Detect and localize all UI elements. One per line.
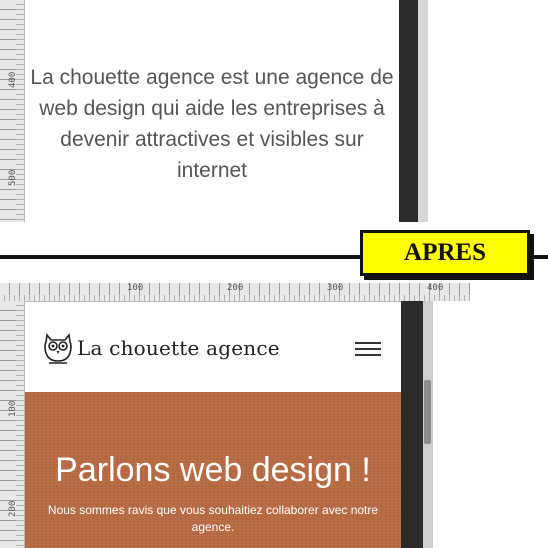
hero-subtitle: Nous sommes ravis que vous souhaitiez co… — [47, 503, 379, 534]
before-panel: 400 500 La chouette agence est une agenc… — [0, 0, 548, 222]
ruler-label: 400 — [8, 71, 18, 88]
ruler-label: 200 — [227, 283, 244, 293]
hamburger-icon[interactable] — [355, 340, 381, 358]
ruler-label: 500 — [8, 169, 18, 186]
intro-text: La chouette agence est une agence de web… — [30, 66, 394, 182]
ruler-label: 300 — [327, 283, 344, 293]
vertical-ruler: 400 500 — [0, 0, 25, 222]
ruler-label: 100 — [8, 400, 18, 417]
device-frame-edge — [399, 0, 418, 222]
ruler-label: 200 — [8, 500, 18, 517]
apres-label: APRES — [360, 230, 530, 276]
site-header: La chouette agence — [25, 302, 401, 392]
scrollbar-track[interactable] — [418, 0, 428, 222]
device-frame-edge — [401, 301, 423, 548]
vertical-ruler: 100 200 — [0, 301, 25, 548]
owl-icon[interactable] — [43, 332, 73, 364]
ruler-label: 100 — [127, 283, 144, 293]
scrollbar-thumb[interactable] — [424, 380, 431, 444]
ruler-label: 400 — [427, 283, 444, 293]
brand-name[interactable]: La chouette agence — [77, 336, 280, 360]
blank-area — [433, 301, 548, 548]
horizontal-ruler: 100 200 300 400 — [0, 283, 470, 302]
blank-area — [428, 0, 548, 222]
hero-title: Parlons web design ! — [55, 451, 371, 489]
after-panel: 100 200 300 400 100 200 La chouette agen… — [0, 283, 548, 548]
hero-section: Parlons web design ! Nous sommes ravis q… — [25, 392, 401, 548]
page-viewport: La chouette agence est une agence de web… — [25, 0, 399, 222]
